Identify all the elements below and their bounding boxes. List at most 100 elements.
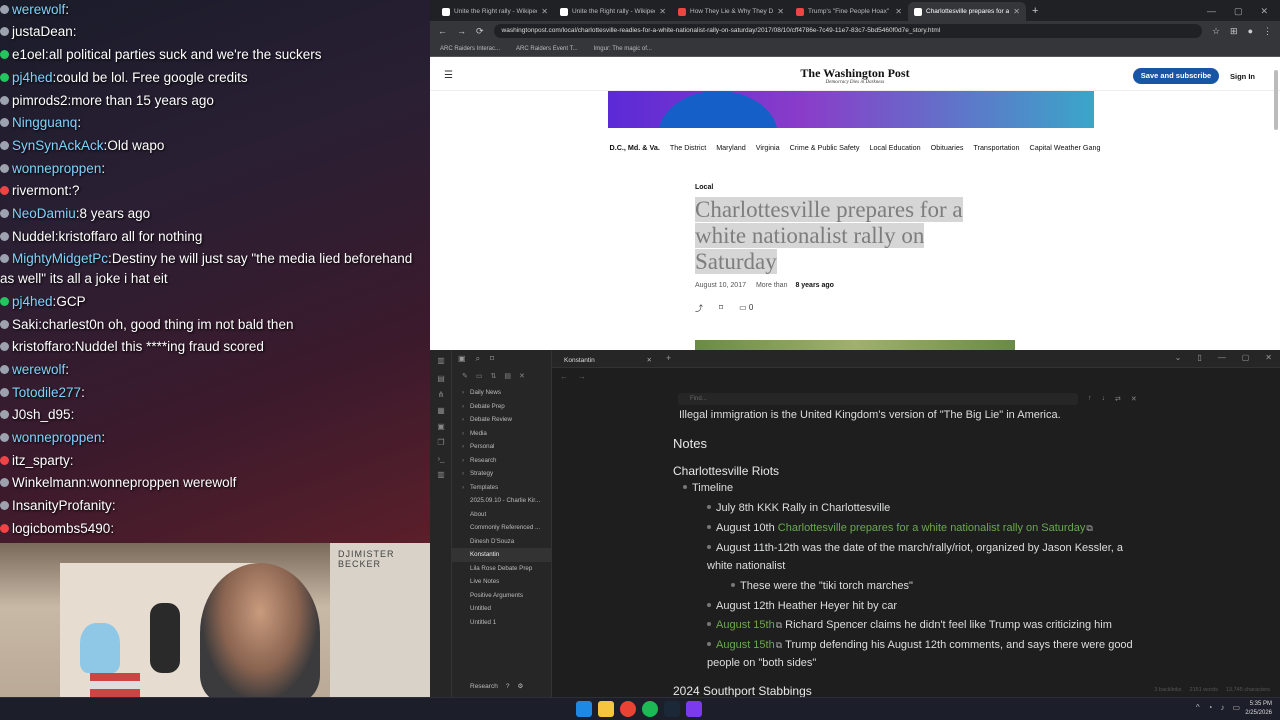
maximize-icon[interactable]: ▢ — [1242, 353, 1250, 362]
bookmarks-tab-icon[interactable]: ⌑ — [490, 354, 494, 364]
battery-icon[interactable]: ▭ — [1232, 703, 1240, 712]
chat-username[interactable]: e1oel — [12, 47, 45, 62]
chat-username[interactable]: Winkelmann — [12, 475, 86, 490]
section-nav-item[interactable]: The District — [670, 143, 706, 152]
daily-note-icon[interactable]: ▣ — [435, 422, 447, 432]
bookmark-star-icon[interactable]: ☆ — [1212, 26, 1220, 37]
obsidian-icon[interactable] — [686, 701, 702, 717]
search-icon[interactable]: ⌕ — [476, 354, 480, 364]
new-tab-button[interactable]: + — [1032, 2, 1038, 21]
maximize-icon[interactable]: ▢ — [1234, 2, 1243, 21]
tree-folder[interactable]: Debate Review — [452, 413, 551, 427]
chat-username[interactable]: wonneproppen — [12, 161, 101, 176]
chevron-down-icon[interactable]: ⌄ — [1175, 353, 1182, 362]
new-tab-icon[interactable]: + — [666, 353, 671, 363]
nav-forward-icon[interactable]: → — [578, 372, 586, 381]
split-icon[interactable]: ▯ — [1197, 353, 1201, 362]
close-icon[interactable]: ✕ — [1260, 2, 1268, 21]
tree-file[interactable]: 2025.09.10 - Charlie Kir... — [452, 494, 551, 508]
vault-switcher[interactable]: Research ? ⚙ — [452, 679, 552, 693]
volume-icon[interactable]: ♪ — [1220, 703, 1224, 712]
backlinks-count[interactable]: 3 backlinks — [1154, 687, 1181, 693]
section-nav-item[interactable]: Obituaries — [931, 143, 964, 152]
article-link[interactable]: Charlottesville prepares for a white nat… — [778, 522, 1086, 534]
minimize-icon[interactable]: — — [1218, 353, 1226, 362]
chat-username[interactable]: SynSynAckAck — [12, 138, 104, 153]
chat-username[interactable]: rivermont — [12, 183, 68, 198]
close-all-icon[interactable]: ✕ — [519, 372, 525, 382]
new-note-icon[interactable]: ✎ — [462, 372, 468, 382]
browser-tab[interactable]: Unite the Right rally - Wikiped ✕ — [554, 2, 672, 21]
browser-tab[interactable]: How They Lie & Why They Do I ✕ — [672, 2, 790, 21]
tab-close-icon[interactable]: ✕ — [895, 7, 902, 16]
section-nav-item[interactable]: Capital Weather Gang — [1030, 143, 1101, 152]
chat-username[interactable]: Ningguanq — [12, 115, 77, 130]
find-next-icon[interactable]: ↓ — [1102, 395, 1106, 403]
settings-gear-icon[interactable]: ⚙ — [517, 682, 523, 690]
page-scrollbar[interactable] — [1274, 70, 1278, 130]
tab-close-icon[interactable]: ✕ — [1013, 7, 1020, 16]
chat-username[interactable]: InsanityProfanity — [12, 498, 112, 513]
tab-close-icon[interactable]: ✕ — [647, 353, 652, 368]
note-editor[interactable]: Illegal immigration is the United Kingdo… — [673, 406, 1153, 697]
tree-file[interactable]: Untitled 1 — [452, 616, 551, 630]
section-nav-item[interactable]: Local Education — [870, 143, 921, 152]
find-input[interactable]: Find... — [678, 393, 1078, 405]
tree-file[interactable]: Dinesh D'Souza — [452, 535, 551, 549]
chat-username[interactable]: kristoffaro — [12, 339, 71, 354]
canvas-icon[interactable]: ▦ — [435, 406, 447, 416]
chat-username[interactable]: pj4hed — [12, 70, 53, 85]
terminal-icon[interactable]: ›_ — [435, 454, 447, 464]
file-explorer-icon[interactable] — [598, 701, 614, 717]
chat-username[interactable]: wonneproppen — [12, 430, 101, 445]
network-icon[interactable]: ◔ — [1208, 703, 1213, 712]
files-tab-icon[interactable]: ▣ — [458, 354, 466, 364]
article-link[interactable]: August 15th — [716, 619, 775, 631]
sort-icon[interactable]: ⇅ — [491, 372, 497, 382]
forward-icon[interactable]: → — [457, 26, 466, 36]
address-bar[interactable]: washingtonpost.com/local/charlottesville… — [493, 24, 1202, 38]
bookmark-item[interactable]: ARC Raiders Interac... — [440, 46, 500, 52]
tree-folder[interactable]: Media — [452, 427, 551, 441]
chat-username[interactable]: itz_sparty — [12, 453, 70, 468]
spotify-icon[interactable] — [642, 701, 658, 717]
chat-username[interactable]: werewolf — [12, 362, 65, 377]
calendar-icon[interactable]: ▤ — [435, 374, 447, 384]
reload-icon[interactable]: ⟳ — [476, 26, 484, 37]
chat-username[interactable]: Nuddel — [12, 229, 55, 244]
bookmark-icon[interactable]: ⌑ — [719, 303, 723, 314]
bookmark-item[interactable]: ARC Raiders Event T... — [516, 46, 578, 52]
comments-button[interactable]: ▭ 0 — [739, 303, 753, 314]
profile-icon[interactable]: ● — [1248, 26, 1253, 36]
tree-file[interactable]: Commonly Referenced ... — [452, 521, 551, 535]
chat-username[interactable]: J0sh_d95 — [12, 407, 71, 422]
tray-chevron-icon[interactable]: ^ — [1196, 703, 1200, 712]
extensions-icon[interactable]: ⊞ — [1230, 26, 1238, 37]
chat-username[interactable]: logicbombs5490 — [12, 521, 110, 536]
tab-close-icon[interactable]: ✕ — [541, 7, 548, 16]
find-prev-icon[interactable]: ↑ — [1088, 395, 1092, 403]
tree-folder[interactable]: Personal — [452, 440, 551, 454]
nav-back-icon[interactable]: ← — [560, 372, 568, 381]
chat-username[interactable]: pj4hed — [12, 294, 53, 309]
tree-folder[interactable]: Daily News — [452, 386, 551, 400]
tab-close-icon[interactable]: ✕ — [659, 7, 666, 16]
chat-username[interactable]: NeoDamiu — [12, 206, 76, 221]
tree-file[interactable]: About — [452, 508, 551, 522]
templates-icon[interactable]: ❐ — [435, 438, 447, 448]
section-nav-item[interactable]: Virginia — [756, 143, 780, 152]
chat-username[interactable]: Saki — [12, 317, 38, 332]
tree-file[interactable]: Positive Arguments — [452, 589, 551, 603]
article-link[interactable]: August 15th — [716, 639, 775, 651]
tree-folder[interactable]: Research — [452, 454, 551, 468]
subscribe-button[interactable]: Save and subscribe — [1133, 68, 1219, 84]
tab-konstantin[interactable]: Konstantin ✕ — [558, 353, 656, 368]
chat-username[interactable]: pimrods2 — [12, 93, 68, 108]
ad-banner[interactable] — [608, 91, 1094, 128]
section-nav-item[interactable]: Maryland — [716, 143, 746, 152]
tree-file[interactable]: Lila Rose Debate Prep — [452, 562, 551, 576]
tab-close-icon[interactable]: ✕ — [777, 7, 784, 16]
chat-username[interactable]: Totodile277 — [12, 385, 81, 400]
tree-file[interactable]: Konstantin — [452, 548, 551, 562]
help-icon[interactable]: ? — [506, 683, 510, 690]
